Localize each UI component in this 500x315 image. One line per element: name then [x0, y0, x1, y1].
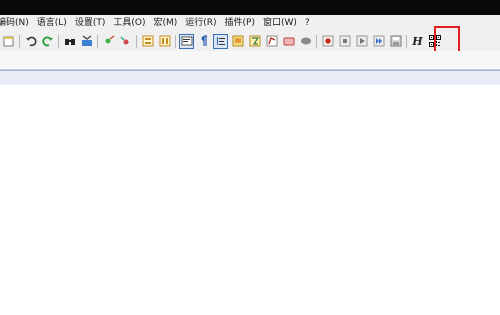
menu-tools[interactable]: 工具(O) [109, 15, 149, 31]
function-list-icon[interactable] [248, 35, 261, 48]
menu-window[interactable]: 窗口(W) [259, 15, 301, 31]
folder-workspace-icon[interactable] [265, 35, 278, 48]
toolbar: H [0, 31, 500, 51]
play-macro-icon[interactable] [355, 35, 368, 48]
save-macro-icon[interactable] [389, 35, 402, 48]
run-macro-multiple-icon[interactable] [372, 35, 385, 48]
menu-settings[interactable]: 设置(T) [71, 15, 110, 31]
redo-icon[interactable] [41, 35, 54, 48]
menu-language[interactable]: 语言(L) [33, 15, 71, 31]
menu-run[interactable]: 运行(R) [181, 15, 220, 31]
record-macro-icon[interactable] [321, 35, 334, 48]
toolbar-separator [406, 34, 407, 48]
word-wrap-icon[interactable] [179, 33, 194, 49]
toolbar-separator [316, 34, 317, 48]
menu-bar: 编码(N) 语言(L) 设置(T) 工具(O) 宏(M) 运行(R) 插件(P)… [0, 15, 500, 31]
highlight-box [434, 26, 460, 54]
menu-plugins[interactable]: 插件(P) [221, 15, 259, 31]
toolbar-separator [136, 34, 137, 48]
menu-macro[interactable]: 宏(M) [149, 15, 181, 31]
undo-icon[interactable] [24, 35, 37, 48]
ruler-bar [0, 70, 500, 85]
editor-area[interactable] [0, 85, 500, 315]
sync-vertical-icon[interactable] [141, 35, 154, 48]
sync-horizontal-icon[interactable] [158, 35, 171, 48]
zoom-in-icon[interactable] [102, 35, 115, 48]
show-all-chars-icon[interactable] [197, 35, 210, 48]
tab-bar [0, 51, 500, 70]
toolbar-separator [175, 34, 176, 48]
monitoring-icon[interactable] [282, 35, 295, 48]
title-bar [0, 0, 500, 15]
help-icon[interactable]: H [411, 35, 424, 48]
record-toggle-icon[interactable] [299, 35, 312, 48]
menu-help[interactable]: ? [301, 15, 314, 31]
zoom-out-icon[interactable] [119, 35, 132, 48]
toolbar-separator [19, 34, 20, 48]
open-file-icon[interactable] [2, 35, 15, 48]
doc-map-icon[interactable] [231, 35, 244, 48]
stop-macro-icon[interactable] [338, 35, 351, 48]
replace-icon[interactable] [80, 35, 93, 48]
menu-encoding[interactable]: 编码(N) [0, 15, 33, 31]
find-icon[interactable] [63, 35, 76, 48]
indent-guide-icon[interactable] [213, 33, 228, 49]
toolbar-separator [97, 34, 98, 48]
toolbar-separator [58, 34, 59, 48]
